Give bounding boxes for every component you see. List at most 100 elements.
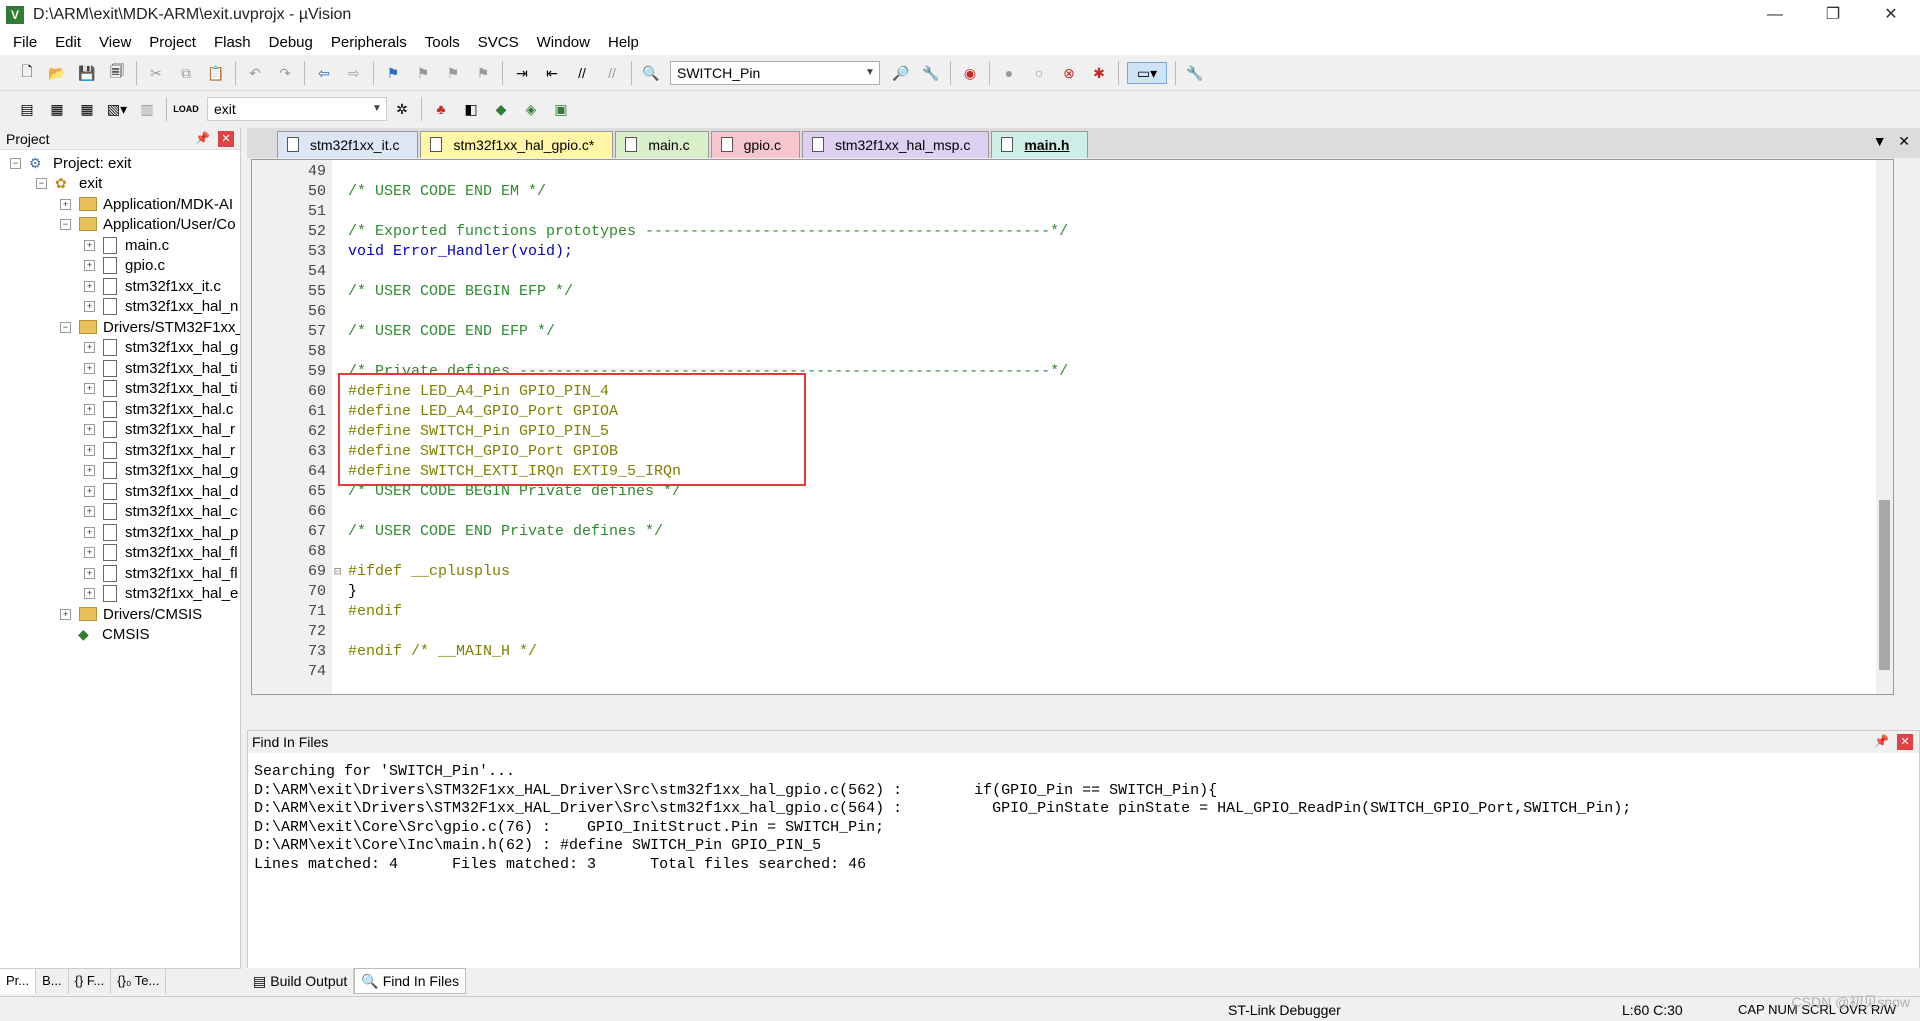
manage-rte-icon[interactable]: ◧ [460, 98, 482, 120]
paste-icon[interactable]: 📋 [205, 62, 227, 84]
menu-window[interactable]: Window [528, 34, 599, 51]
tree-file[interactable]: + gpio.c [84, 254, 165, 276]
find-combo[interactable]: SWITCH_Pin ▼ [670, 61, 880, 85]
uncomment-icon[interactable]: // [601, 62, 623, 84]
software-packs-icon[interactable]: ▣ [550, 98, 572, 120]
tab-find-in-files[interactable]: 🔍 Find In Files [354, 968, 466, 994]
tree-file[interactable]: + stm32f1xx_hal_e [84, 582, 238, 604]
manage-project-items-icon[interactable]: ♣ [430, 98, 452, 120]
indent-icon[interactable]: ⇥ [511, 62, 533, 84]
chevron-down-icon[interactable]: ▼ [861, 62, 879, 84]
menu-edit[interactable]: Edit [46, 34, 90, 51]
expand-icon[interactable]: + [84, 587, 95, 599]
breakpoint-icon[interactable]: ● [998, 62, 1020, 84]
tree-project-root[interactable]: − ⚙ Project: exit [10, 152, 131, 174]
tree-file[interactable]: + stm32f1xx_hal_fl [84, 562, 238, 584]
code-line[interactable]: 66 [252, 502, 1872, 522]
tree-group[interactable]: + Application/MDK-AI [60, 193, 233, 215]
navigate-forward-icon[interactable]: ⇨ [343, 62, 365, 84]
expand-icon[interactable]: + [84, 567, 95, 579]
new-file-icon[interactable]: 🗋 [16, 62, 38, 84]
tree-file[interactable]: + main.c [84, 234, 169, 256]
collapse-icon[interactable]: − [60, 321, 71, 333]
menu-tools[interactable]: Tools [416, 34, 469, 51]
code-line[interactable]: 67 /* USER CODE END Private defines */ [252, 522, 1872, 542]
tab-main-c[interactable]: main.c [615, 131, 709, 158]
code-line[interactable]: 49 [252, 162, 1872, 182]
unindent-icon[interactable]: ⇤ [541, 62, 563, 84]
expand-icon[interactable]: + [60, 198, 71, 210]
code-line[interactable]: 51 [252, 202, 1872, 222]
download-icon[interactable]: LOAD [173, 98, 199, 120]
debug-session-icon[interactable]: ◉ [959, 62, 981, 84]
code-line[interactable]: 72 [252, 622, 1872, 642]
tab-main-h[interactable]: main.h [991, 131, 1089, 158]
scroll-thumb[interactable] [1879, 500, 1890, 670]
editor-vertical-scrollbar[interactable] [1876, 160, 1893, 694]
save-all-icon[interactable]: 🗐 [106, 62, 128, 84]
code-line[interactable]: 74 [252, 662, 1872, 682]
code-line[interactable]: 58 [252, 342, 1872, 362]
disable-all-breakpoints-icon[interactable]: ⊗ [1058, 62, 1080, 84]
tab-gpio-c[interactable]: gpio.c [710, 131, 800, 158]
maximize-button[interactable]: ❐ [1804, 0, 1862, 29]
comment-icon[interactable]: // [571, 62, 593, 84]
find-vertical-scrollbar[interactable] [1902, 753, 1919, 968]
code-line[interactable]: 70} [252, 582, 1872, 602]
stop-build-icon[interactable]: ▥ [136, 98, 158, 120]
tree-file[interactable]: + stm32f1xx_hal_d [84, 480, 238, 502]
expand-icon[interactable]: + [84, 341, 95, 353]
prev-bookmark-icon[interactable]: ⚑ [412, 62, 434, 84]
close-tab-icon[interactable]: ✕ [1898, 133, 1910, 149]
tree-file[interactable]: + stm32f1xx_it.c [84, 275, 221, 297]
target-options-icon[interactable]: ✲ [391, 98, 413, 120]
incremental-find-icon[interactable]: 🔧 [920, 62, 942, 84]
expand-icon[interactable]: + [84, 382, 95, 394]
menu-flash[interactable]: Flash [205, 34, 260, 51]
undo-icon[interactable]: ↶ [244, 62, 266, 84]
code-line[interactable]: 52 /* Exported functions prototypes -----… [252, 222, 1872, 242]
collapse-icon[interactable]: − [60, 218, 71, 230]
tree-file[interactable]: + stm32f1xx_hal_r [84, 418, 235, 440]
code-line[interactable]: 50 /* USER CODE END EM */ [252, 182, 1872, 202]
cut-icon[interactable]: ✂ [145, 62, 167, 84]
menu-project[interactable]: Project [140, 34, 205, 51]
code-line[interactable]: 73 #endif /* __MAIN_H */ [252, 642, 1872, 662]
tree-file[interactable]: + stm32f1xx_hal_g [84, 336, 238, 358]
tab-books[interactable]: B... [36, 969, 69, 994]
pack-installer-icon[interactable]: ◈ [520, 98, 542, 120]
find-icon[interactable]: 🔎 [890, 62, 912, 84]
minimize-button[interactable]: — [1746, 0, 1804, 29]
navigate-back-icon[interactable]: ⇦ [313, 62, 335, 84]
tree-file[interactable]: + stm32f1xx_hal_ti [84, 357, 238, 379]
expand-icon[interactable]: + [84, 362, 95, 374]
expand-icon[interactable]: + [84, 464, 95, 476]
code-line[interactable]: 68 [252, 542, 1872, 562]
tab-project[interactable]: Pr... [0, 969, 37, 994]
tree-file[interactable]: + stm32f1xx_hal.c [84, 398, 233, 420]
tree-file[interactable]: + stm32f1xx_hal_g [84, 459, 238, 481]
code-line[interactable]: 55 /* USER CODE BEGIN EFP */ [252, 282, 1872, 302]
pin-icon[interactable]: 📌 [1874, 734, 1889, 748]
menu-file[interactable]: File [4, 34, 46, 51]
code-line[interactable]: 54 [252, 262, 1872, 282]
tree-file[interactable]: + stm32f1xx_hal_n [84, 295, 238, 317]
menu-debug[interactable]: Debug [260, 34, 322, 51]
save-icon[interactable]: 💾 [76, 62, 98, 84]
kill-all-breakpoints-icon[interactable]: ✱ [1088, 62, 1110, 84]
expand-icon[interactable]: + [84, 300, 95, 312]
chevron-down-icon[interactable]: ▼ [368, 98, 386, 120]
collapse-icon[interactable]: − [10, 157, 21, 169]
tree-group[interactable]: + Drivers/CMSIS [60, 603, 202, 625]
translate-icon[interactable]: ▤ [16, 98, 38, 120]
rebuild-icon[interactable]: ▦ [76, 98, 98, 120]
menu-view[interactable]: View [90, 34, 140, 51]
tree-file[interactable]: + stm32f1xx_hal_ti [84, 377, 238, 399]
configure-icon[interactable]: 🔧 [1184, 62, 1206, 84]
code-line[interactable]: 71 #endif [252, 602, 1872, 622]
tree-file[interactable]: + stm32f1xx_hal_c [84, 500, 238, 522]
pin-icon[interactable]: 📌 [195, 131, 210, 145]
select-packs-icon[interactable]: ◆ [490, 98, 512, 120]
open-file-icon[interactable]: 📂 [46, 62, 68, 84]
clear-bookmarks-icon[interactable]: ⚑ [472, 62, 494, 84]
